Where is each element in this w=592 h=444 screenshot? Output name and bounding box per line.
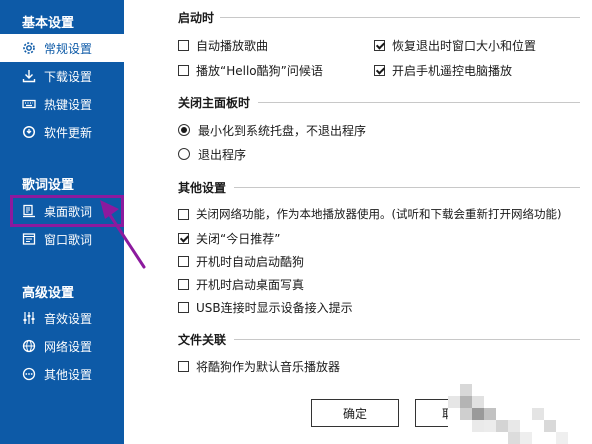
equalizer-icon bbox=[21, 310, 37, 326]
radio[interactable] bbox=[178, 148, 190, 160]
divider bbox=[220, 17, 580, 18]
option-usb-prompt[interactable]: USB连接时显示设备接入提示 bbox=[178, 298, 353, 316]
option-label: 退出程序 bbox=[198, 147, 247, 162]
sidebar-item-download[interactable]: 下载设置 bbox=[0, 62, 124, 90]
option-label: 开机时启动桌面写真 bbox=[196, 277, 305, 292]
option-label: USB连接时显示设备接入提示 bbox=[196, 300, 353, 315]
sidebar-item-other[interactable]: 其他设置 bbox=[0, 360, 124, 388]
sidebar-item-label: 其他设置 bbox=[44, 367, 93, 382]
option-autoplay[interactable]: 自动播放歌曲 bbox=[178, 36, 268, 54]
sidebar-group-advanced: 高级设置 bbox=[22, 286, 75, 301]
sidebar-group-lyrics: 歌词设置 bbox=[22, 178, 75, 193]
option-autostart[interactable]: 开机时自动启动酷狗 bbox=[178, 252, 304, 270]
settings-sidebar: 基本设置 常规设置 下载设置 热键设置 软件更新 歌词设置 桌面歌词 窗口歌词 … bbox=[0, 0, 124, 444]
checkbox[interactable] bbox=[178, 39, 189, 51]
option-default-player[interactable]: 将酷狗作为默认音乐播放器 bbox=[178, 357, 340, 375]
confirm-button[interactable]: 确定 bbox=[311, 399, 399, 427]
option-label: 关闭网络功能，作为本地播放器使用。(试听和下载会重新打开网络功能) bbox=[196, 207, 562, 221]
sidebar-item-label: 下载设置 bbox=[44, 69, 93, 84]
checkbox[interactable] bbox=[178, 208, 189, 220]
refresh-icon bbox=[21, 124, 37, 140]
sidebar-item-sound-effects[interactable]: 音效设置 bbox=[0, 304, 124, 332]
settings-content: 启动时 自动播放歌曲 恢复退出时窗口大小和位置 播放“Hello酷狗”问候语 开… bbox=[124, 0, 592, 444]
option-label: 最小化到系统托盘，不退出程序 bbox=[198, 123, 367, 138]
option-phone-remote[interactable]: 开启手机遥控电脑播放 bbox=[374, 61, 512, 79]
section-title-startup: 启动时 bbox=[178, 10, 215, 25]
option-label: 开机时自动启动酷狗 bbox=[196, 254, 305, 269]
window-lyrics-icon bbox=[21, 231, 37, 247]
sidebar-item-network[interactable]: 网络设置 bbox=[0, 332, 124, 360]
option-label: 关闭“今日推荐” bbox=[196, 231, 281, 246]
option-label: 播放“Hello酷狗”问候语 bbox=[196, 63, 323, 78]
option-label: 将酷狗作为默认音乐播放器 bbox=[196, 359, 341, 374]
gear-icon bbox=[21, 40, 37, 56]
sidebar-item-label: 网络设置 bbox=[44, 339, 93, 354]
sidebar-item-desktop-lyrics[interactable]: 桌面歌词 bbox=[0, 197, 124, 225]
option-desktop-photo[interactable]: 开机时启动桌面写真 bbox=[178, 275, 304, 293]
checkbox[interactable] bbox=[178, 301, 189, 313]
checkbox[interactable] bbox=[178, 278, 189, 290]
sidebar-item-label: 桌面歌词 bbox=[44, 204, 93, 219]
sidebar-item-general[interactable]: 常规设置 bbox=[0, 34, 124, 62]
desktop-lyrics-icon bbox=[21, 203, 37, 219]
sidebar-group-basic: 基本设置 bbox=[22, 16, 75, 31]
option-disable-daily-recommend[interactable]: 关闭“今日推荐” bbox=[178, 229, 280, 247]
option-hello-greeting[interactable]: 播放“Hello酷狗”问候语 bbox=[178, 61, 323, 79]
sidebar-item-label: 软件更新 bbox=[44, 125, 93, 140]
radio-selected[interactable] bbox=[178, 124, 190, 136]
divider bbox=[258, 102, 580, 103]
checkbox-checked[interactable] bbox=[374, 39, 385, 51]
option-label: 自动播放歌曲 bbox=[196, 38, 269, 53]
divider bbox=[234, 339, 580, 340]
checkbox[interactable] bbox=[178, 64, 189, 76]
globe-icon bbox=[21, 338, 37, 354]
checkbox-checked[interactable] bbox=[178, 232, 189, 244]
checkbox[interactable] bbox=[178, 360, 189, 372]
option-exit-program[interactable]: 退出程序 bbox=[178, 145, 246, 163]
option-minimize-tray[interactable]: 最小化到系统托盘，不退出程序 bbox=[178, 121, 366, 139]
more-icon bbox=[21, 366, 37, 382]
sidebar-item-label: 常规设置 bbox=[44, 41, 93, 56]
section-title-close-panel: 关闭主面板时 bbox=[178, 95, 251, 110]
sidebar-item-window-lyrics[interactable]: 窗口歌词 bbox=[0, 225, 124, 253]
scrollbar[interactable] bbox=[582, 0, 592, 444]
option-disable-network[interactable]: 关闭网络功能，作为本地播放器使用。(试听和下载会重新打开网络功能) bbox=[178, 205, 561, 223]
option-label: 恢复退出时窗口大小和位置 bbox=[392, 38, 537, 53]
option-label: 开启手机遥控电脑播放 bbox=[392, 63, 513, 78]
keyboard-icon bbox=[21, 96, 37, 112]
cancel-button[interactable]: 取 bbox=[415, 399, 503, 427]
download-icon bbox=[21, 68, 37, 84]
checkbox[interactable] bbox=[178, 255, 189, 267]
checkbox-checked[interactable] bbox=[374, 64, 385, 76]
divider bbox=[234, 187, 580, 188]
section-title-file-assoc: 文件关联 bbox=[178, 332, 227, 347]
sidebar-item-label: 窗口歌词 bbox=[44, 232, 93, 247]
sidebar-item-hotkeys[interactable]: 热键设置 bbox=[0, 90, 124, 118]
option-restore-window[interactable]: 恢复退出时窗口大小和位置 bbox=[374, 36, 536, 54]
sidebar-item-label: 热键设置 bbox=[44, 97, 93, 112]
sidebar-item-update[interactable]: 软件更新 bbox=[0, 118, 124, 146]
section-title-other: 其他设置 bbox=[178, 180, 227, 195]
sidebar-item-label: 音效设置 bbox=[44, 311, 93, 326]
